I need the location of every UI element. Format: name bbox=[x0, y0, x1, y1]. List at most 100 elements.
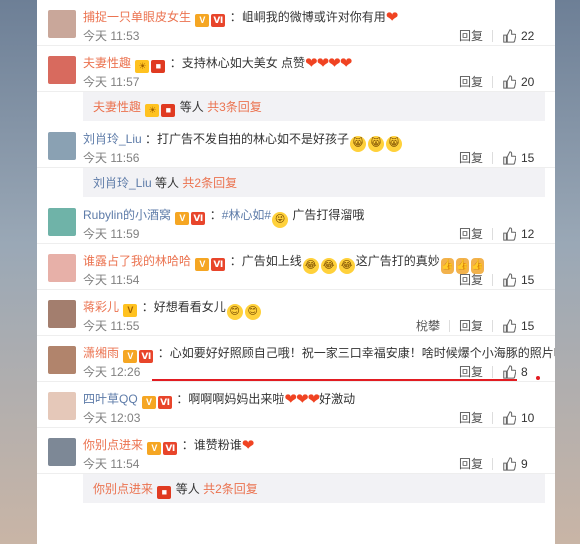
comment-meta: 今天 12:03 回复 10 bbox=[83, 410, 545, 426]
divider bbox=[492, 412, 493, 424]
gift-icon: ■ bbox=[151, 60, 166, 73]
comment-item: 潇缃雨 VⅥ ：心如要好好照顾自己哦！祝一家三口幸福安康！啥时候爆个小海豚的照片… bbox=[37, 336, 555, 382]
heart-emoji: ❤ bbox=[241, 437, 255, 454]
reply-button[interactable]: 回复 bbox=[459, 226, 483, 242]
comment-text-tail: 这广告打的真妙 bbox=[355, 254, 440, 268]
avatar[interactable] bbox=[48, 346, 76, 374]
avatar[interactable] bbox=[48, 438, 76, 466]
comment-text: ： bbox=[209, 208, 222, 222]
reply-username-link[interactable]: 刘肖玲_Liu bbox=[93, 176, 152, 190]
reply-summary: 夫妻性趣 ☀ ■ 等人 共3条回复 bbox=[83, 92, 545, 122]
thumbs-up-icon bbox=[503, 227, 516, 241]
divider bbox=[448, 320, 450, 332]
like-button[interactable]: 8 bbox=[502, 364, 537, 380]
reply-button[interactable]: 回复 bbox=[459, 456, 483, 472]
divider bbox=[492, 76, 493, 88]
thumbs-up-icon bbox=[503, 365, 516, 379]
like-button[interactable]: 12 bbox=[502, 226, 537, 242]
reply-button[interactable]: 回复 bbox=[459, 28, 483, 44]
reply-others-label: 等人 bbox=[179, 100, 204, 114]
comment-actions: 回复 8 bbox=[459, 364, 537, 380]
username-link[interactable]: 你别点进来 bbox=[83, 438, 143, 452]
reply-others-label: 等人 bbox=[155, 176, 180, 190]
username-link[interactable]: 蒋彩儿 bbox=[83, 300, 119, 314]
comment-actions: 回复 20 bbox=[459, 74, 537, 90]
username-link[interactable]: 捕捉一只单眼皮女生 bbox=[83, 10, 191, 24]
highlight-dot bbox=[536, 376, 540, 380]
like-button[interactable]: 10 bbox=[502, 410, 537, 426]
divider bbox=[492, 366, 493, 378]
like-button[interactable]: 15 bbox=[502, 150, 537, 166]
comment-text: ：岨峒我的微博或许对你有用 bbox=[229, 10, 386, 24]
comment-text: ：心如要好好照顾自己哦！祝一家三口幸福安康！啥时候爆个小海豚的照片啦 bbox=[157, 346, 555, 360]
comment-meta: 今天 11:53 回复 22 bbox=[83, 28, 545, 44]
like-button[interactable]: 15 bbox=[502, 318, 537, 334]
comment-time: 今天 12:03 bbox=[83, 411, 141, 425]
highlight-underline bbox=[152, 379, 517, 381]
thumbs-up-icon bbox=[503, 411, 516, 425]
comment-item: 捕捉一只单眼皮女生 VⅥ ：岨峒我的微博或许对你有用❤ 今天 11:53 回复 … bbox=[37, 0, 555, 46]
extra-action[interactable]: 梲攀 bbox=[416, 318, 440, 334]
heart-emoji: ❤ bbox=[385, 9, 399, 26]
username-link[interactable]: 夫妻性趣 bbox=[83, 56, 131, 70]
vip-v-icon: V bbox=[175, 212, 190, 225]
thumbs-up-icon bbox=[503, 457, 516, 471]
like-count: 20 bbox=[521, 75, 535, 89]
like-count: 15 bbox=[521, 151, 535, 165]
avatar[interactable] bbox=[48, 300, 76, 328]
comment-text: ：打广告不发自拍的林心如不是好孩子 bbox=[145, 132, 350, 146]
username-link[interactable]: 谁露占了我的林哈哈 bbox=[83, 254, 191, 268]
like-count: 12 bbox=[521, 227, 535, 241]
more-replies-link[interactable]: 共2条回复 bbox=[203, 482, 258, 496]
comment-item: 你别点进来 VⅥ ：谁赞粉谁❤ 今天 11:54 回复 9 bbox=[37, 428, 555, 474]
reply-summary: 刘肖玲_Liu 等人 共2条回复 bbox=[83, 168, 545, 198]
username-link[interactable]: 四叶草QQ bbox=[83, 392, 138, 406]
avatar[interactable] bbox=[48, 208, 76, 236]
divider bbox=[492, 30, 493, 42]
username-link[interactable]: 潇缃雨 bbox=[83, 346, 119, 360]
comment-text: ：支持林心如大美女 点赞 bbox=[169, 56, 306, 70]
comment-item: 四叶草QQ VⅥ ：啊啊啊妈妈出来啦❤❤❤好激动 今天 12:03 回复 10 bbox=[37, 382, 555, 428]
avatar[interactable] bbox=[48, 10, 76, 38]
comment-item: Rubylin的小酒窝 VⅥ ：#林心如# 😜 广告打得溜哦 今天 11:59 回… bbox=[37, 198, 555, 244]
like-button[interactable]: 22 bbox=[502, 28, 537, 44]
comment-line: 潇缃雨 VⅥ ：心如要好好照顾自己哦！祝一家三口幸福安康！啥时候爆个小海豚的照片… bbox=[83, 345, 555, 363]
comment-line: 夫妻性趣 ☀ ■ ：支持林心如大美女 点赞❤❤❤❤ bbox=[83, 55, 352, 73]
reply-button[interactable]: 回复 bbox=[459, 150, 483, 166]
thumbs-up-icon bbox=[503, 29, 516, 43]
comment-actions: 回复 15 bbox=[459, 272, 537, 288]
vip-level-icon: Ⅵ bbox=[211, 258, 226, 271]
reply-button[interactable]: 回复 bbox=[459, 318, 483, 334]
more-replies-link[interactable]: 共3条回复 bbox=[207, 100, 262, 114]
thumbs-up-icon bbox=[503, 319, 516, 333]
username-link[interactable]: Rubylin的小酒窝 bbox=[83, 208, 171, 222]
reply-button[interactable]: 回复 bbox=[459, 272, 483, 288]
comment-item: 谁露占了我的林哈哈 VⅥ ：广告如上线 😂 😂 😂 这广告打的真妙👍 👍 👍 今天 11:5… bbox=[37, 244, 555, 290]
avatar[interactable] bbox=[48, 392, 76, 420]
comment-actions: 回复 9 bbox=[459, 456, 537, 472]
vip-v-icon: V bbox=[195, 258, 210, 271]
comment-line: 蒋彩儿 V ：好想看看女儿 😊 😊 bbox=[83, 299, 262, 320]
more-replies-link[interactable]: 共2条回复 bbox=[182, 176, 237, 190]
vip-level-icon: Ⅵ bbox=[211, 14, 226, 27]
like-button[interactable]: 20 bbox=[502, 74, 537, 90]
avatar[interactable] bbox=[48, 56, 76, 84]
vip-level-icon: Ⅵ bbox=[139, 350, 154, 363]
avatar[interactable] bbox=[48, 254, 76, 282]
like-button[interactable]: 15 bbox=[502, 272, 537, 288]
comment-item: 夫妻性趣 ☀ ■ ：支持林心如大美女 点赞❤❤❤❤ 今天 11:57 回复 20 bbox=[37, 46, 555, 92]
reply-username-link[interactable]: 夫妻性趣 bbox=[93, 100, 141, 114]
comment-line: 刘肖玲_Liu ：打广告不发自拍的林心如不是好孩子 😸 😸 😸 bbox=[83, 131, 403, 152]
reply-username-link[interactable]: 你别点进来 bbox=[93, 482, 153, 496]
vip-v-icon: V bbox=[195, 14, 210, 27]
reply-button[interactable]: 回复 bbox=[459, 364, 483, 380]
comment-time: 今天 11:59 bbox=[83, 227, 140, 241]
heart-emoji: ❤❤❤❤ bbox=[305, 55, 352, 72]
avatar[interactable] bbox=[48, 132, 76, 160]
reply-button[interactable]: 回复 bbox=[459, 74, 483, 90]
topic-tag-link[interactable]: #林心如# bbox=[222, 208, 271, 222]
reply-button[interactable]: 回复 bbox=[459, 410, 483, 426]
comment-actions: 回复 12 bbox=[459, 226, 537, 242]
username-link[interactable]: 刘肖玲_Liu bbox=[83, 132, 142, 146]
like-button[interactable]: 9 bbox=[502, 456, 537, 472]
